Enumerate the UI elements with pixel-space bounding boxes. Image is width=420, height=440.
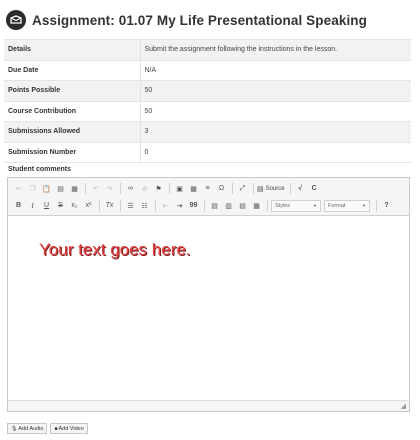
toolbar-divider [376,200,377,211]
page-title: Assignment: 01.07 My Life Presentational… [32,12,367,28]
row-label: Details [4,39,141,61]
table-row: Due Date N/A [4,59,411,81]
cut-icon[interactable]: ✂ [12,182,25,195]
toolbar-divider [204,200,205,211]
microphone-icon: 🎙 [11,425,18,432]
indent-icon[interactable]: ⇥ [173,199,186,212]
source-button[interactable]: ▤ Source [257,185,285,193]
strikethrough-button[interactable]: S [54,199,67,212]
styles-label: Styles [275,202,290,209]
toolbar-divider [253,183,254,194]
horizontal-line-icon[interactable]: ≡ [201,182,214,195]
special-char-icon[interactable]: Ω [215,182,228,195]
add-video-button[interactable]: ■ Add Video [50,423,88,434]
format-label: Format [328,202,346,209]
italic-button[interactable]: I [26,199,39,212]
toolbar-divider [85,183,86,194]
add-audio-label: Add Audio [18,425,44,432]
source-label: Source [265,185,285,192]
add-audio-button[interactable]: 🎙 Add Audio [7,423,48,434]
row-value: Submit the assignment following the inst… [140,39,411,61]
toolbar-divider [289,183,291,194]
undo-icon[interactable]: ↶ [89,182,102,195]
source-icon: ▤ [257,185,264,193]
paste-icon[interactable]: 📋 [40,182,53,195]
row-value: 50 [140,100,411,122]
maximize-icon[interactable]: ⤢ [236,182,249,195]
align-justify-icon[interactable]: ▦ [250,199,263,212]
add-video-label: Add Video [58,425,84,432]
media-buttons: 🎙 Add Audio ■ Add Video [7,423,91,434]
toolbar-divider [120,183,121,194]
unlink-icon[interactable]: ⊘ [138,182,151,195]
paste-text-icon[interactable]: ▤ [54,182,67,195]
math-icon[interactable]: √ [294,182,307,195]
row-label: Due Date [4,59,141,81]
editor-status-bar: ◢ [8,400,409,411]
table-row: Course Contribution 50 [4,100,411,122]
page-header: Assignment: 01.07 My Life Presentational… [6,6,406,34]
row-value: 3 [140,121,411,143]
row-label: Points Possible [4,80,141,102]
blockquote-button[interactable]: 99 [187,199,200,212]
format-dropdown[interactable]: Format ▼ [324,199,370,212]
chemistry-icon[interactable]: C [308,182,321,195]
table-icon[interactable]: ▦ [187,182,200,195]
toolbar-divider [99,200,100,211]
chevron-down-icon: ▼ [313,203,317,208]
row-label: Submissions Allowed [4,121,141,143]
styles-dropdown[interactable]: Styles ▼ [271,199,321,212]
subscript-button[interactable]: x₂ [68,199,81,212]
student-comments-label: Student comments [8,166,72,173]
text-placeholder-overlay: Your text goes here. [39,240,191,259]
rich-text-editor: ✂ ❐ 📋 ▤ ▦ ↶ ↷ ∞ ⊘ ⚑ ▣ ▦ ≡ Ω ⤢ ▤ Source √… [7,177,410,412]
link-icon[interactable]: ∞ [124,182,137,195]
video-camera-icon: ■ [54,425,58,432]
numbered-list-icon[interactable]: ☰ [124,199,137,212]
row-value: 50 [140,80,411,102]
copy-icon[interactable]: ❐ [26,182,39,195]
row-value: 0 [140,141,411,163]
table-row: Submissions Allowed 3 [4,121,411,143]
image-icon[interactable]: ▣ [173,182,186,195]
superscript-button[interactable]: x² [82,199,95,212]
bulleted-list-icon[interactable]: ☷ [138,199,151,212]
resize-handle-icon[interactable]: ◢ [401,402,406,410]
toolbar-divider [155,200,156,211]
assignment-icon [6,10,26,30]
toolbar-row-1: ✂ ❐ 📋 ▤ ▦ ↶ ↷ ∞ ⊘ ⚑ ▣ ▦ ≡ Ω ⤢ ▤ Source √… [12,180,405,197]
align-center-icon[interactable]: ▥ [222,199,235,212]
toolbar-row-2: B I U S x₂ x² Tx ☰ ☷ ⇤ ⇥ 99 ▤ ▥ ▤ ▦ Styl… [12,197,405,214]
remove-format-button[interactable]: Tx [103,199,116,212]
table-row: Details Submit the assignment following … [4,39,411,61]
assignment-details-table: Details Submit the assignment following … [4,39,411,163]
chevron-down-icon: ▼ [362,203,366,208]
row-label: Submission Number [4,141,141,163]
align-right-icon[interactable]: ▤ [236,199,249,212]
row-value: N/A [140,59,411,81]
bold-button[interactable]: B [12,199,25,212]
help-button[interactable]: ? [380,199,393,212]
outdent-icon[interactable]: ⇤ [159,199,172,212]
comment-text-area[interactable]: Your text goes here. [8,216,409,401]
redo-icon[interactable]: ↷ [103,182,116,195]
row-label: Course Contribution [4,100,141,122]
underline-button[interactable]: U [40,199,53,212]
paste-word-icon[interactable]: ▦ [68,182,81,195]
toolbar-divider [267,200,268,211]
editor-toolbar: ✂ ❐ 📋 ▤ ▦ ↶ ↷ ∞ ⊘ ⚑ ▣ ▦ ≡ Ω ⤢ ▤ Source √… [8,178,409,216]
toolbar-divider [232,183,233,194]
table-row: Submission Number 0 [4,141,411,163]
table-row: Points Possible 50 [4,80,411,102]
anchor-icon[interactable]: ⚑ [152,182,165,195]
toolbar-divider [169,183,170,194]
toolbar-divider [120,200,121,211]
align-left-icon[interactable]: ▤ [208,199,221,212]
